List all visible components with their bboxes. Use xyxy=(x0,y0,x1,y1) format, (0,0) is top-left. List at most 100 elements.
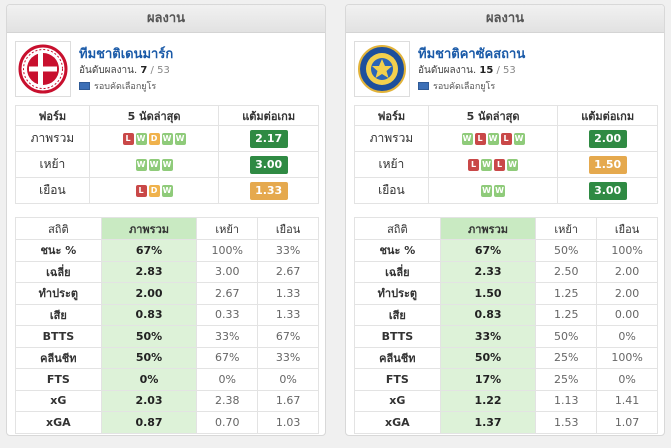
form-results: WLWLW xyxy=(427,125,559,152)
competition-label: รอบคัดเลือกยูโร xyxy=(94,82,157,92)
stat-label: xGA xyxy=(15,411,102,434)
stats-row: เสีย 0.83 0.33 1.33 xyxy=(15,303,319,326)
form-row-label: ภาพรวม xyxy=(354,125,429,152)
kff-crest-icon[interactable] xyxy=(354,41,410,97)
result-chip[interactable]: L xyxy=(494,159,506,171)
result-chip[interactable]: W xyxy=(161,133,173,145)
result-chip[interactable]: D xyxy=(148,185,160,197)
result-chip[interactable]: W xyxy=(507,159,519,171)
result-chip[interactable]: W xyxy=(513,133,525,145)
result-chip[interactable]: L xyxy=(122,133,134,145)
rank-label: อันดับผลงาน. xyxy=(79,65,138,76)
dbu-crest-icon[interactable] xyxy=(15,41,71,97)
stats-row: BTTS 33% 50% 0% xyxy=(354,325,658,348)
stat-label: xG xyxy=(354,389,441,412)
stats-header-home: เหย้า xyxy=(535,217,598,240)
stat-away: 1.07 xyxy=(596,411,658,434)
stat-away: 100% xyxy=(596,239,658,262)
stat-overall: 0.83 xyxy=(100,303,198,326)
form-row-away: เยือน WW 3.00 xyxy=(354,177,658,204)
result-chip[interactable]: L xyxy=(474,133,486,145)
stat-away: 1.67 xyxy=(257,389,319,412)
rank-value: 7 xyxy=(140,65,148,76)
ppg-badge: 2.17 xyxy=(249,129,288,148)
form-header-form: ฟอร์ม xyxy=(15,105,90,126)
ppg-badge: 3.00 xyxy=(249,155,288,174)
stat-overall: 1.22 xyxy=(439,389,537,412)
euro-flag-icon xyxy=(79,82,90,90)
stat-label: xGA xyxy=(354,411,441,434)
result-chip[interactable]: D xyxy=(148,133,160,145)
result-chip[interactable]: L xyxy=(135,185,147,197)
competition-label: รอบคัดเลือกยูโร xyxy=(433,82,496,92)
form-table: ฟอร์ม 5 นัดล่าสุด แต้มต่อเกม ภาพรวม WLWL… xyxy=(354,105,658,204)
stat-away: 33% xyxy=(257,346,319,369)
stat-away: 0.00 xyxy=(596,303,658,326)
stat-label: เฉลี่ย xyxy=(15,260,102,283)
ppg-badge: 3.00 xyxy=(588,181,627,200)
stat-home: 67% xyxy=(196,346,259,369)
stat-label: คลีนชีท xyxy=(15,346,102,369)
form-header-last5: 5 นัดล่าสุด xyxy=(427,105,559,126)
team-panel-kazakhstan: ผลงาน ทีมชาติคาซัคสถาน อันดับผลงาน. 15 /… xyxy=(345,4,665,436)
form-row-home: เหย้า LWLW 1.50 xyxy=(354,151,658,178)
competition-link[interactable]: รอบคัดเลือกยูโร xyxy=(418,79,495,93)
form-row-label: เหย้า xyxy=(15,151,90,178)
result-chip[interactable]: L xyxy=(468,159,480,171)
stat-overall: 2.33 xyxy=(439,260,537,283)
team-panel-denmark: ผลงาน ทีมชาติเดนมาร์ก อันดับผลงาน. 7 / 5… xyxy=(6,4,326,436)
result-chip[interactable]: W xyxy=(161,185,173,197)
result-chip[interactable]: W xyxy=(161,159,173,171)
result-chip[interactable]: W xyxy=(494,185,506,197)
stat-label: xG xyxy=(15,389,102,412)
stats-row: xGA 1.37 1.53 1.07 xyxy=(354,411,658,434)
result-chip[interactable]: W xyxy=(135,133,147,145)
stats-header-overall: ภาพรวม xyxy=(439,217,537,240)
competition-link[interactable]: รอบคัดเลือกยูโร xyxy=(79,79,156,93)
result-chip[interactable]: W xyxy=(481,159,493,171)
form-row-home: เหย้า WWW 3.00 xyxy=(15,151,319,178)
team-info: ทีมชาติคาซัคสถาน อันดับผลงาน. 15 / 53 รอ… xyxy=(346,33,664,97)
stat-overall: 2.00 xyxy=(100,282,198,305)
form-row-away: เยือน LDW 1.33 xyxy=(15,177,319,204)
stat-label: FTS xyxy=(354,368,441,391)
result-chip[interactable]: W xyxy=(148,159,160,171)
stat-home: 0.33 xyxy=(196,303,259,326)
result-chip[interactable]: W xyxy=(174,133,186,145)
result-chip[interactable]: W xyxy=(135,159,147,171)
form-results: WWW xyxy=(88,151,220,178)
form-header-last5: 5 นัดล่าสุด xyxy=(88,105,220,126)
team-name-link[interactable]: ทีมชาติเดนมาร์ก xyxy=(79,43,173,64)
result-chip[interactable]: L xyxy=(500,133,512,145)
ppg-cell: 3.00 xyxy=(557,177,658,204)
result-chip[interactable]: W xyxy=(487,133,499,145)
stat-away: 33% xyxy=(257,239,319,262)
stat-overall: 67% xyxy=(439,239,537,262)
stats-header-home: เหย้า xyxy=(196,217,259,240)
team-rank: อันดับผลงาน. 7 / 53 xyxy=(79,63,170,78)
panel-header: ผลงาน xyxy=(346,5,664,33)
rank-label: อันดับผลงาน. xyxy=(418,65,477,76)
rank-value: 15 xyxy=(479,65,494,76)
stats-header-stat: สถิติ xyxy=(15,217,102,240)
result-chip[interactable]: W xyxy=(481,185,493,197)
stats-row: เฉลี่ย 2.33 2.50 2.00 xyxy=(354,260,658,283)
form-row-label: เหย้า xyxy=(354,151,429,178)
ppg-cell: 3.00 xyxy=(218,151,319,178)
form-row-label: เยือน xyxy=(15,177,90,204)
team-name-link[interactable]: ทีมชาติคาซัคสถาน xyxy=(418,43,525,64)
result-chip[interactable]: W xyxy=(461,133,473,145)
stat-label: เสีย xyxy=(15,303,102,326)
ppg-badge: 1.33 xyxy=(249,181,288,200)
ppg-badge: 1.50 xyxy=(588,155,627,174)
stat-label: เฉลี่ย xyxy=(354,260,441,283)
panel-header: ผลงาน xyxy=(7,5,325,33)
stat-away: 0% xyxy=(596,368,658,391)
rank-total: / 53 xyxy=(496,65,516,76)
stat-overall: 2.03 xyxy=(100,389,198,412)
stats-row: เสีย 0.83 1.25 0.00 xyxy=(354,303,658,326)
stat-away: 2.00 xyxy=(596,260,658,283)
stat-label: ทำประตู xyxy=(354,282,441,305)
stat-home: 2.67 xyxy=(196,282,259,305)
ppg-cell: 1.50 xyxy=(557,151,658,178)
